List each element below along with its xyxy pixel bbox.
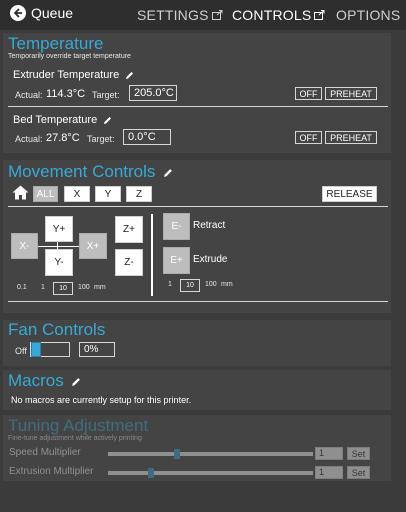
macros-panel: Macros No macros are currently setup for… (3, 370, 391, 410)
movement-heading: Movement Controls (8, 162, 173, 182)
xyz-step-10-selected[interactable]: 10 (53, 282, 73, 295)
divider (8, 301, 388, 302)
tuning-content: Tuning Adjustment Fine-tune adjustment w… (3, 415, 391, 481)
home-x-button[interactable]: X (64, 186, 90, 202)
extruder-target-input[interactable]: 205.0°C (129, 85, 177, 101)
xyz-step-unit: mm (94, 284, 106, 291)
tuning-title: Tuning Adjustment (8, 416, 149, 435)
tab-controls[interactable]: CONTROLS (232, 7, 325, 23)
e-minus-button[interactable]: E- (163, 213, 190, 240)
home-icon[interactable] (12, 185, 29, 205)
extrusion-set-button[interactable]: Set (347, 466, 370, 479)
popout-icon (211, 10, 223, 20)
extruder-temp-label: Extruder Temperature (13, 69, 120, 81)
e-plus-button[interactable]: E+ (163, 247, 190, 274)
fan-title: Fan Controls (8, 320, 106, 339)
back-label: Queue (31, 5, 74, 21)
macros-title: Macros (8, 371, 64, 390)
e-step-unit: mm (221, 281, 233, 288)
bed-temp-heading: Bed Temperature (13, 114, 112, 126)
z-minus-button[interactable]: Z- (115, 249, 143, 276)
extruder-actual-value: 114.3°C (46, 88, 86, 100)
extruder-temp-heading: Extruder Temperature (13, 69, 134, 81)
release-button[interactable]: RELEASE (322, 186, 377, 202)
e-step-1[interactable]: 1 (168, 281, 172, 288)
bed-target-label: Target: (87, 134, 115, 144)
pencil-icon[interactable] (71, 377, 81, 387)
tab-settings-label: SETTINGS (137, 7, 209, 23)
divider (8, 206, 388, 207)
back-to-queue-button[interactable]: Queue (10, 5, 73, 21)
arrow-left-icon (10, 5, 26, 21)
extrusion-multiplier-slider[interactable] (108, 468, 313, 478)
bed-actual-value: 27.8°C (46, 132, 80, 144)
speed-set-button[interactable]: Set (347, 447, 370, 460)
divider (8, 106, 388, 107)
fan-slider-handle[interactable] (31, 342, 41, 357)
movement-panel: Movement Controls ALL X Y Z RELEASE X- Y… (3, 160, 391, 313)
fan-speed-input[interactable]: 0% (79, 342, 115, 357)
tab-controls-label: CONTROLS (232, 7, 312, 23)
pencil-icon[interactable] (103, 116, 112, 125)
home-z-button[interactable]: Z (126, 186, 152, 202)
xyz-step-0-1[interactable]: 0.1 (17, 284, 27, 291)
tab-options-label: OPTIONS (336, 7, 401, 23)
tuning-subtitle: Fine-tune adjustment while actively prin… (8, 435, 142, 442)
xyz-step-100[interactable]: 100 (78, 284, 90, 291)
temperature-subtitle: Temporarily override target temperature (8, 53, 131, 60)
extruder-preheat-button[interactable]: PREHEAT (325, 87, 377, 100)
fan-state-label: Off (15, 346, 27, 356)
extruder-off-button[interactable]: OFF (295, 87, 322, 100)
popout-icon (314, 10, 325, 20)
speed-multiplier-input[interactable]: 1 (315, 447, 343, 460)
extruder-target-label: Target: (92, 90, 120, 100)
home-y-button[interactable]: Y (95, 186, 121, 202)
z-plus-button[interactable]: Z+ (115, 216, 143, 243)
pencil-icon[interactable] (125, 71, 134, 80)
bed-off-button[interactable]: OFF (295, 131, 322, 144)
movement-title: Movement Controls (8, 162, 156, 181)
macros-empty-message: No macros are currently setup for this p… (11, 395, 192, 405)
bed-preheat-button[interactable]: PREHEAT (325, 131, 377, 144)
extrusion-slider-handle[interactable] (147, 468, 154, 478)
x-plus-button[interactable]: X+ (79, 233, 107, 259)
top-nav-bar: Queue SETTINGS CONTROLS OPTIONS (0, 0, 406, 30)
speed-slider-handle[interactable] (173, 449, 180, 459)
extrusion-multiplier-label: Extrusion Multiplier (9, 466, 94, 477)
bed-temp-label: Bed Temperature (13, 114, 98, 126)
extruder-actual-label: Actual: (15, 90, 43, 100)
tuning-panel: Tuning Adjustment Fine-tune adjustment w… (3, 415, 391, 481)
retract-label: Retract (193, 220, 226, 231)
speed-multiplier-slider[interactable] (108, 449, 313, 459)
xyz-step-1[interactable]: 1 (41, 284, 45, 291)
speed-multiplier-label: Speed Multiplier (9, 447, 81, 458)
e-step-100[interactable]: 100 (205, 281, 217, 288)
extrusion-multiplier-input[interactable]: 1 (315, 466, 343, 479)
pencil-icon[interactable] (163, 168, 173, 178)
fan-speed-slider[interactable] (30, 342, 70, 357)
y-plus-button[interactable]: Y+ (45, 216, 73, 242)
tab-settings[interactable]: SETTINGS (137, 7, 223, 23)
separator (151, 214, 153, 296)
home-all-button[interactable]: ALL (33, 186, 58, 202)
fan-panel: Fan Controls Off 0% (3, 320, 391, 366)
extrude-label: Extrude (193, 254, 228, 265)
x-minus-button[interactable]: X- (11, 233, 38, 259)
temperature-panel: Temperature Temporarily override target … (3, 33, 391, 153)
y-minus-button[interactable]: Y- (45, 249, 73, 276)
tab-options[interactable]: OPTIONS (336, 7, 400, 23)
bed-target-input[interactable]: 0.0°C (123, 129, 171, 145)
bed-actual-label: Actual: (15, 134, 43, 144)
e-step-10-selected[interactable]: 10 (180, 279, 200, 292)
macros-heading: Macros (8, 371, 81, 391)
temperature-title: Temperature (8, 34, 104, 53)
